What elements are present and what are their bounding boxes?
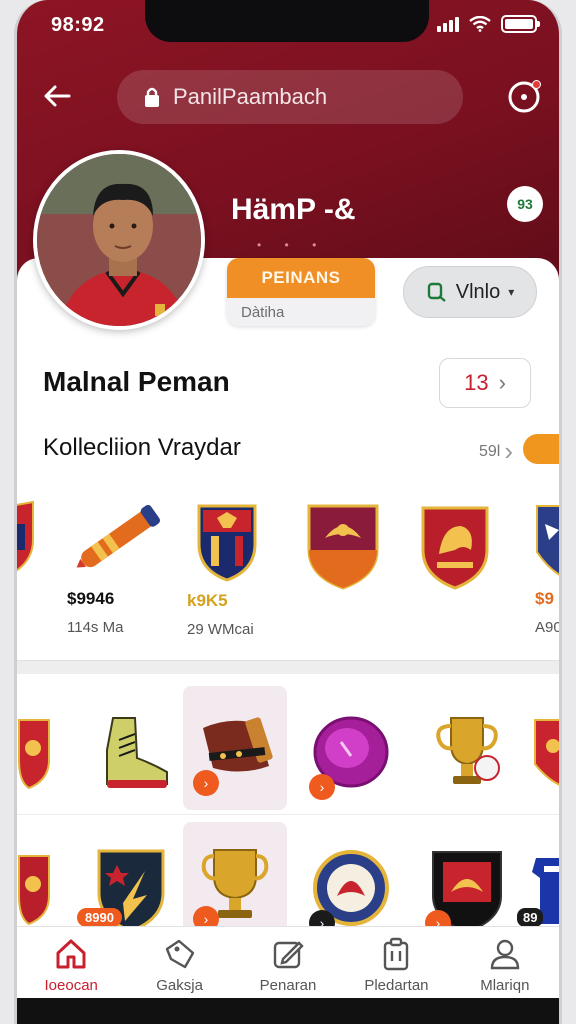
collection-tab-indicator <box>523 434 559 464</box>
home-indicator-bar <box>17 998 559 1024</box>
search-icon <box>427 282 446 302</box>
count-value: 13 <box>464 370 489 395</box>
item-subtitle: 29 WMcai <box>187 621 254 638</box>
address-text: PanilPaambach <box>173 84 328 109</box>
tab-edit[interactable]: Penaran <box>234 927 342 998</box>
tab-label: Mlariqn <box>480 977 530 994</box>
shield-icon <box>18 855 50 926</box>
item-price: $9 <box>535 589 554 608</box>
app-screen: 98:92 PanilPaambach HämP -& • • • 93 PEI… <box>14 0 562 1024</box>
section-divider <box>17 660 559 674</box>
chevron-right-icon: › <box>498 370 506 395</box>
featured-item[interactable]: $9 A90c <box>535 500 562 636</box>
premium-sub: Dàtiha <box>227 298 375 326</box>
tab-home[interactable]: Ioeocan <box>17 927 125 998</box>
address-bar[interactable]: PanilPaambach <box>117 70 463 124</box>
tag-icon: › <box>193 770 219 796</box>
tab-tags[interactable]: Gaksja <box>125 927 233 998</box>
profile-name: HämP -& <box>231 193 356 226</box>
status-icons <box>437 15 540 33</box>
notifications-button[interactable] <box>505 78 543 116</box>
name-decoration: • • • <box>257 238 327 252</box>
bottom-tab-bar: Ioeocan Gaksja Penaran Pledartan Mlariqn <box>17 926 559 998</box>
signal-icon <box>437 16 459 32</box>
grid-price-tag: 8990 <box>77 908 122 927</box>
wifi-icon <box>469 16 491 32</box>
grid-item[interactable] <box>17 690 55 814</box>
tab-label: Pledartan <box>364 977 429 994</box>
grid-separator <box>17 814 559 815</box>
flare-icon <box>76 504 160 568</box>
grid-item[interactable]: › <box>299 690 403 814</box>
home-icon <box>56 939 86 969</box>
player-photo <box>37 154 201 326</box>
user-icon <box>490 939 520 970</box>
premium-card[interactable]: PEINANS Dàtiha <box>227 258 375 326</box>
tab-label: Penaran <box>259 977 317 994</box>
collection-more-label: 59l <box>479 442 501 460</box>
eagle-crest-icon <box>307 504 379 590</box>
grid-price-tag: 89 <box>517 908 544 927</box>
featured-item[interactable]: k9K5 29 WMcai <box>187 500 267 638</box>
lock-icon <box>145 87 159 107</box>
view-dropdown[interactable]: Vlnlo ▾ <box>403 266 537 318</box>
battery-icon <box>501 15 540 33</box>
view-label: Vlnlo <box>455 280 501 303</box>
avatar[interactable] <box>33 150 205 330</box>
grid-item[interactable] <box>529 690 559 814</box>
notification-dot <box>532 80 541 89</box>
status-time: 98:92 <box>51 14 105 36</box>
featured-item[interactable] <box>419 500 491 597</box>
tag-icon: › <box>309 774 335 800</box>
edit-icon <box>273 941 304 969</box>
featured-item[interactable] <box>303 500 383 597</box>
item-subtitle: A90c <box>535 619 562 636</box>
shield-icon <box>534 719 559 786</box>
grid-item[interactable] <box>415 690 519 814</box>
item-price: $9946 <box>67 589 115 608</box>
shield-icon <box>18 719 50 790</box>
club-badge[interactable]: 93 <box>507 186 543 222</box>
tab-clipboard[interactable]: Pledartan <box>342 927 450 998</box>
back-button[interactable] <box>39 78 75 114</box>
section-title: Malnal Peman <box>43 366 230 397</box>
crest-icon <box>197 504 257 582</box>
collection-title: Kollecliion Vraydar <box>43 434 241 461</box>
collection-see-all[interactable]: 59l › <box>479 436 513 467</box>
boot-icon <box>106 717 168 788</box>
featured-item[interactable] <box>17 500 35 581</box>
clipboard-icon <box>384 937 409 971</box>
tab-label: Ioeocan <box>44 977 98 994</box>
shield-icon <box>17 500 34 572</box>
arrow-left-icon <box>44 85 71 107</box>
trophy-icon <box>436 717 500 784</box>
grid-item[interactable] <box>79 690 183 814</box>
device-notch <box>145 0 429 42</box>
grid-item[interactable]: › <box>183 686 287 810</box>
featured-item[interactable]: $9946 114s Ma <box>67 498 167 636</box>
tab-label: Gaksja <box>156 977 203 994</box>
chevron-down-icon: ▾ <box>508 285 515 299</box>
chevron-right-icon: › <box>504 436 514 466</box>
item-price: k9K5 <box>187 591 228 610</box>
tab-profile[interactable]: Mlariqn <box>451 927 559 998</box>
item-subtitle: 114s Ma <box>67 619 124 636</box>
lion-crest-icon <box>421 506 489 590</box>
count-button[interactable]: 13 › <box>439 358 531 408</box>
blue-crest-icon <box>536 505 559 576</box>
tag-icon <box>165 939 194 969</box>
premium-label: PEINANS <box>227 258 375 298</box>
